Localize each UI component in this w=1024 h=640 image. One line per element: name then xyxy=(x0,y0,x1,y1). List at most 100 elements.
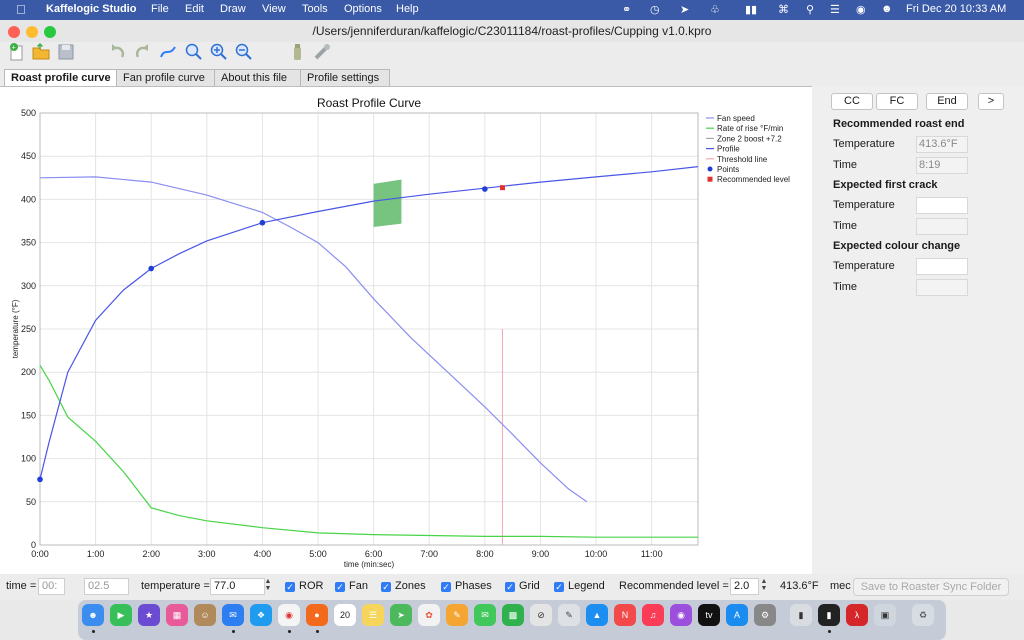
first-crack-temperature-field[interactable] xyxy=(916,197,968,214)
colour-change-time-field[interactable] xyxy=(916,279,968,296)
creative-cloud-icon[interactable]: ⚭ xyxy=(622,3,631,16)
maps-icon[interactable]: ➤ xyxy=(390,604,412,626)
roast-profile-chart[interactable]: 0:00 1:00 2:00 3:00 4:00 5:00 6:00 7:00 8:00 9:00… xyxy=(0,87,812,575)
cc-button[interactable]: CC xyxy=(831,93,873,110)
time-minutes-input[interactable]: 00: xyxy=(38,578,65,595)
user-icon[interactable]: ☻ xyxy=(881,3,893,15)
pages-icon[interactable]: ✎ xyxy=(446,604,468,626)
x-tick-label: 0:00 xyxy=(31,549,49,559)
firefox-icon[interactable]: ● xyxy=(306,604,328,626)
apple-tv-icon[interactable]: tv xyxy=(698,604,720,626)
colour-change-temperature-field[interactable] xyxy=(916,258,968,275)
grid-checkbox[interactable]: ✓ Grid xyxy=(505,580,540,592)
open-folder-icon[interactable] xyxy=(31,42,51,62)
notes-icon[interactable]: ☰ xyxy=(362,604,384,626)
tab-fan-profile-curve[interactable]: Fan profile curve xyxy=(116,69,216,86)
app-grid-icon[interactable]: ▦ xyxy=(166,604,188,626)
menu-help[interactable]: Help xyxy=(396,3,419,15)
menu-tools[interactable]: Tools xyxy=(302,3,328,15)
messages-icon[interactable]: ✉ xyxy=(474,604,496,626)
menu-view[interactable]: View xyxy=(262,3,286,15)
zoom-out-icon[interactable] xyxy=(234,42,254,62)
bell-icon[interactable]: ♧ xyxy=(710,3,720,16)
y-tick-label: 100 xyxy=(21,454,36,464)
screenshot-icon[interactable]: ▣ xyxy=(874,604,896,626)
acrobat-icon[interactable]: λ xyxy=(846,604,868,626)
control-center-icon[interactable]: ☰ xyxy=(830,3,840,16)
connect-icon[interactable] xyxy=(312,42,332,62)
roast-end-temperature-field[interactable]: 413.6°F xyxy=(916,136,968,153)
fc-button[interactable]: FC xyxy=(876,93,918,110)
tab-profile-settings[interactable]: Profile settings xyxy=(300,69,390,86)
time-machine-icon[interactable]: ◷ xyxy=(650,3,660,16)
phases-checkbox[interactable]: ✓ Phases xyxy=(441,580,492,592)
save-icon[interactable] xyxy=(56,42,76,62)
ror-checkbox-label: ROR xyxy=(299,580,324,592)
menubar-clock[interactable]: Fri Dec 20 10:33 AM xyxy=(906,3,1006,15)
menu-edit[interactable]: Edit xyxy=(185,3,204,15)
podcasts-icon[interactable]: ◉ xyxy=(670,604,692,626)
finder-icon[interactable]: ☻ xyxy=(82,604,104,626)
siri-icon[interactable]: ◉ xyxy=(856,3,866,16)
no-entry-icon[interactable]: ⊘ xyxy=(530,604,552,626)
ror-checkbox[interactable]: ✓ ROR xyxy=(285,580,323,592)
menu-file[interactable]: File xyxy=(151,3,169,15)
next-button[interactable]: > xyxy=(978,93,1004,110)
fan-checkbox[interactable]: ✓ Fan xyxy=(335,580,368,592)
temperature-label: temperature = xyxy=(141,580,210,592)
launchpad-icon[interactable]: ★ xyxy=(138,604,160,626)
chrome-icon[interactable]: ◉ xyxy=(278,604,300,626)
content-area: 0:00 1:00 2:00 3:00 4:00 5:00 6:00 7:00 8:00 9:00… xyxy=(0,86,1024,575)
save-to-roaster-button[interactable]: Save to Roaster Sync Folder xyxy=(853,578,1009,596)
fan-check-icon: ✓ xyxy=(335,582,345,592)
temperature-input[interactable]: 77.0 xyxy=(210,578,265,595)
legend-entry: Profile xyxy=(717,145,740,154)
roaster-icon[interactable] xyxy=(287,42,307,62)
search-icon[interactable]: ⚲ xyxy=(806,3,814,16)
recommended-level-input[interactable]: 2.0 xyxy=(730,578,759,595)
mail-icon[interactable]: ✉ xyxy=(222,604,244,626)
battery-icon[interactable]: ▮▮ xyxy=(745,3,757,16)
calendar-icon[interactable]: 20 xyxy=(334,604,356,626)
y-tick-label: 300 xyxy=(21,281,36,291)
end-button[interactable]: End xyxy=(926,93,968,110)
roast-end-time-field[interactable]: 8:19 xyxy=(916,157,968,174)
menu-options[interactable]: Options xyxy=(344,3,382,15)
safari-icon[interactable]: ❖ xyxy=(250,604,272,626)
contacts-icon[interactable]: ☺ xyxy=(194,604,216,626)
app-store-icon[interactable]: A xyxy=(726,604,748,626)
system-preferences-icon[interactable]: ⚙ xyxy=(754,604,776,626)
tab-about-this-file[interactable]: About this file xyxy=(214,69,302,86)
time-seconds-input[interactable]: 02.5 xyxy=(84,578,129,595)
apple-icon[interactable]:  xyxy=(16,2,26,17)
app-name-menu[interactable]: Kaffelogic Studio xyxy=(46,3,136,15)
legend-checkbox[interactable]: ✓ Legend xyxy=(554,580,605,592)
music-icon[interactable]: ♫ xyxy=(642,604,664,626)
undo-icon[interactable] xyxy=(107,42,127,62)
keynote-icon[interactable]: ▲ xyxy=(586,604,608,626)
new-file-icon[interactable]: + xyxy=(7,42,27,62)
tab-roast-profile-curve[interactable]: Roast profile curve xyxy=(4,69,118,86)
zoom-fit-icon[interactable] xyxy=(184,42,204,62)
smooth-curve-icon[interactable] xyxy=(158,42,178,62)
scanner-icon[interactable]: ▮ xyxy=(790,604,812,626)
numbers-icon[interactable]: ▩ xyxy=(502,604,524,626)
preview-icon[interactable]: ✎ xyxy=(558,604,580,626)
news-icon[interactable]: N xyxy=(614,604,636,626)
arrow-icon[interactable]: ➤ xyxy=(680,3,689,16)
wifi-icon[interactable]: ⌘ xyxy=(778,3,789,16)
toolbar: + xyxy=(0,42,1024,68)
first-crack-heading: Expected first crack xyxy=(833,179,938,191)
zones-checkbox[interactable]: ✓ Zones xyxy=(381,580,426,592)
recommended-level-stepper[interactable]: ▲ ▼ xyxy=(760,578,768,593)
first-crack-time-field[interactable] xyxy=(916,218,968,235)
kaffelogic-icon[interactable]: ▮ xyxy=(818,604,840,626)
zoom-in-icon[interactable] xyxy=(209,42,229,62)
trash-icon[interactable]: ♻ xyxy=(912,604,934,626)
facetime-icon[interactable]: ▶ xyxy=(110,604,132,626)
menu-draw[interactable]: Draw xyxy=(220,3,246,15)
temperature-stepper[interactable]: ▲ ▼ xyxy=(264,578,272,593)
redo-icon[interactable] xyxy=(133,42,153,62)
photos-icon[interactable]: ✿ xyxy=(418,604,440,626)
x-tick-label: 8:00 xyxy=(476,549,494,559)
